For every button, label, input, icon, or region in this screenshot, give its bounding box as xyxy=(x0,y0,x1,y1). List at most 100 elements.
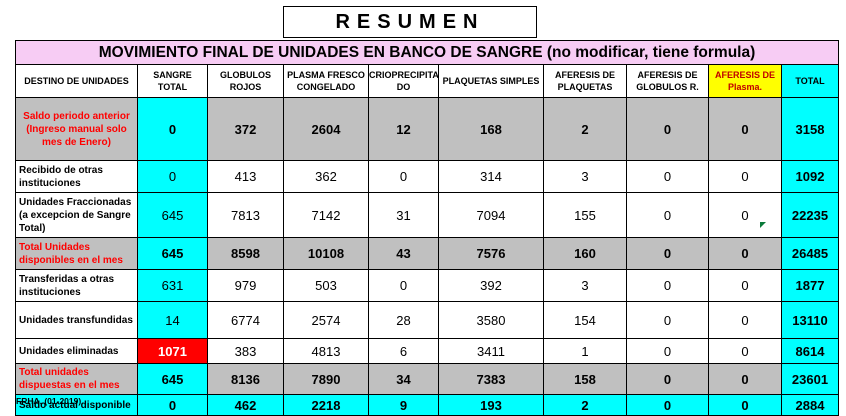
cell[interactable]: 314 xyxy=(438,160,544,193)
cell[interactable]: 362 xyxy=(283,160,369,193)
cell-alert[interactable]: 1071 xyxy=(137,338,208,364)
cell[interactable]: 0 xyxy=(626,363,709,395)
row-total[interactable]: 8614 xyxy=(780,338,840,364)
header-sangre-total[interactable]: SANGRE TOTAL xyxy=(137,64,208,98)
cell[interactable]: 3 xyxy=(543,160,627,193)
cell[interactable]: 7383 xyxy=(438,363,544,395)
cell[interactable]: 0 xyxy=(708,338,782,364)
cell[interactable]: 0 xyxy=(626,237,709,270)
row-total[interactable]: 1877 xyxy=(780,269,840,302)
cell[interactable]: 158 xyxy=(543,363,627,395)
cell[interactable]: 2574 xyxy=(283,301,369,339)
row-total[interactable]: 2884 xyxy=(780,394,840,416)
cell[interactable]: 31 xyxy=(368,192,439,238)
cell[interactable]: 12 xyxy=(368,97,439,161)
cell[interactable]: 6774 xyxy=(207,301,284,339)
cell[interactable]: 0 xyxy=(626,97,709,161)
cell[interactable]: 7576 xyxy=(438,237,544,270)
cell[interactable]: 0 xyxy=(137,394,208,416)
cell[interactable]: 168 xyxy=(438,97,544,161)
cell[interactable]: 8136 xyxy=(207,363,284,395)
cell[interactable]: 0 xyxy=(708,363,782,395)
row-label[interactable]: Saldo periodo anterior (Ingreso manual s… xyxy=(15,97,138,161)
cell[interactable]: 8598 xyxy=(207,237,284,270)
cell[interactable]: 0 xyxy=(626,269,709,302)
table-row: Saldo actual disponible 0 462 2218 9 193… xyxy=(15,394,840,416)
cell[interactable]: 0 xyxy=(626,301,709,339)
cell[interactable]: 0 xyxy=(368,269,439,302)
cell[interactable]: 372 xyxy=(207,97,284,161)
cell[interactable]: 0 xyxy=(137,97,208,161)
cell[interactable]: 10108 xyxy=(283,237,369,270)
cell[interactable]: 0 xyxy=(137,160,208,193)
cell[interactable]: 160 xyxy=(543,237,627,270)
cell[interactable]: 6 xyxy=(368,338,439,364)
cell[interactable]: 3580 xyxy=(438,301,544,339)
cell[interactable]: 503 xyxy=(283,269,369,302)
header-total[interactable]: TOTAL xyxy=(780,64,840,98)
cell[interactable]: 645 xyxy=(137,192,208,238)
cell[interactable]: 0 xyxy=(626,160,709,193)
cell[interactable]: 979 xyxy=(207,269,284,302)
cell[interactable]: 0 xyxy=(708,394,782,416)
cell[interactable]: 2 xyxy=(543,97,627,161)
header-destino[interactable]: DESTINO DE UNIDADES xyxy=(15,64,138,98)
header-aferesis-plaquetas[interactable]: AFERESIS DE PLAQUETAS xyxy=(543,64,627,98)
cell[interactable]: 3411 xyxy=(438,338,544,364)
row-total[interactable]: 1092 xyxy=(780,160,840,193)
header-aferesis-plasma[interactable]: AFERESIS DE Plasma. xyxy=(708,64,782,98)
cell[interactable]: 154 xyxy=(543,301,627,339)
cell[interactable]: 7094 xyxy=(438,192,544,238)
row-total[interactable]: 23601 xyxy=(780,363,840,395)
header-plasma[interactable]: PLASMA FRESCO CONGELADO xyxy=(283,64,369,98)
header-plaquetas[interactable]: PLAQUETAS SIMPLES xyxy=(438,64,544,98)
cell[interactable]: 7813 xyxy=(207,192,284,238)
row-label[interactable]: Total Unidades disponibles en el mes xyxy=(15,237,138,270)
cell[interactable]: 2 xyxy=(543,394,627,416)
cell[interactable]: 7890 xyxy=(283,363,369,395)
cell[interactable]: 0 xyxy=(368,160,439,193)
header-aferesis-globulos[interactable]: AFERESIS DE GLOBULOS R. xyxy=(626,64,709,98)
row-total[interactable]: 22235 xyxy=(780,192,840,238)
cell[interactable]: 0 xyxy=(626,338,709,364)
cell[interactable]: 645 xyxy=(137,363,208,395)
cell[interactable]: 155 xyxy=(543,192,627,238)
cell[interactable]: 413 xyxy=(207,160,284,193)
cell[interactable]: 9 xyxy=(368,394,439,416)
cell[interactable]: 14 xyxy=(137,301,208,339)
cell[interactable]: 383 xyxy=(207,338,284,364)
row-label[interactable]: Unidades transfundidas xyxy=(15,301,138,339)
cell[interactable]: 0 xyxy=(626,192,709,238)
cell[interactable]: 28 xyxy=(368,301,439,339)
row-label[interactable]: Unidades eliminadas xyxy=(15,338,138,364)
cell[interactable]: 34 xyxy=(368,363,439,395)
cell[interactable]: 43 xyxy=(368,237,439,270)
cell[interactable]: 0 xyxy=(708,269,782,302)
cell[interactable]: 2604 xyxy=(283,97,369,161)
cell[interactable]: 1 xyxy=(543,338,627,364)
row-label[interactable]: Transferidas a otras instituciones xyxy=(15,269,138,302)
cell[interactable]: 0 xyxy=(708,192,782,238)
row-label[interactable]: Recibido de otras instituciones xyxy=(15,160,138,193)
cell[interactable]: 0 xyxy=(626,394,709,416)
cell[interactable]: 0 xyxy=(708,237,782,270)
cell[interactable]: 462 xyxy=(207,394,284,416)
row-total[interactable]: 13110 xyxy=(780,301,840,339)
row-total[interactable]: 26485 xyxy=(780,237,840,270)
cell[interactable]: 0 xyxy=(708,97,782,161)
cell[interactable]: 4813 xyxy=(283,338,369,364)
row-label[interactable]: Total unidades dispuestas en el mes xyxy=(15,363,138,395)
row-label[interactable]: Unidades Fraccionadas (a excepcion de Sa… xyxy=(15,192,138,238)
cell[interactable]: 631 xyxy=(137,269,208,302)
cell[interactable]: 7142 xyxy=(283,192,369,238)
cell[interactable]: 0 xyxy=(708,160,782,193)
cell[interactable]: 645 xyxy=(137,237,208,270)
cell[interactable]: 2218 xyxy=(283,394,369,416)
header-crioprecipitado[interactable]: CRIOPRECIPITA DO xyxy=(368,64,439,98)
header-globulos-rojos[interactable]: GLOBULOS ROJOS xyxy=(207,64,284,98)
row-total[interactable]: 3158 xyxy=(780,97,840,161)
cell[interactable]: 0 xyxy=(708,301,782,339)
cell[interactable]: 392 xyxy=(438,269,544,302)
cell[interactable]: 193 xyxy=(438,394,544,416)
cell[interactable]: 3 xyxy=(543,269,627,302)
